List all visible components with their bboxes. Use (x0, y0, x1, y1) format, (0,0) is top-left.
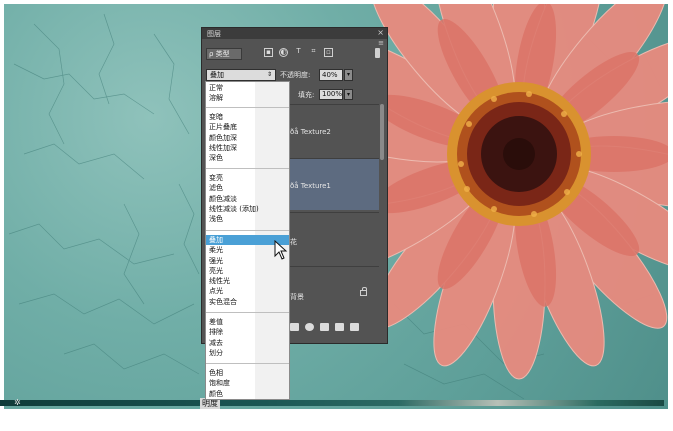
blend-option[interactable]: 颜色加深 (206, 133, 289, 143)
blend-option[interactable]: 色相 (206, 368, 289, 378)
blend-option[interactable]: 差值 (206, 317, 289, 327)
mouse-pointer-icon (274, 240, 288, 260)
screenshot-canvas: ✲ 明度 图层 × ≡ ρ 类型 ▪ ◐ T ⌗ ▫ 叠加 ⇕ 不透明度: 40… (0, 0, 673, 431)
tab-layers[interactable]: 图层 (204, 29, 224, 39)
blend-option[interactable]: 亮光 (206, 266, 289, 276)
blend-option[interactable]: 实色混合 (206, 297, 289, 307)
blend-group-darken: 变暗 正片叠底 颜色加深 线性加深 深色 (206, 112, 289, 163)
blend-option[interactable]: 颜色 (206, 389, 289, 399)
filter-toggle[interactable] (375, 48, 380, 58)
divider (206, 312, 289, 313)
blend-option[interactable]: 变暗 (206, 112, 289, 122)
divider (206, 230, 289, 231)
blend-group-hue: 色相 饱和度 颜色 (206, 368, 289, 399)
new-layer-icon[interactable] (335, 323, 344, 331)
adjustment-filter-icon[interactable]: ◐ (279, 48, 288, 57)
opacity-label: 不透明度: (280, 71, 311, 79)
filter-icons: ▪ ◐ T ⌗ ▫ (264, 48, 333, 57)
blend-option[interactable]: 颜色减淡 (206, 194, 289, 204)
panel-header: 图层 × (202, 28, 387, 39)
blend-option[interactable]: 饱和度 (206, 378, 289, 388)
blend-row: 叠加 ⇕ 不透明度: 40% ▾ (206, 69, 382, 81)
layer-name: ðå Texture2 (290, 128, 331, 136)
adjustment-layer-icon[interactable] (305, 323, 314, 331)
blend-option[interactable]: 线性减淡 (添加) (206, 204, 289, 214)
group-folder-icon[interactable] (320, 323, 329, 331)
lock-icon (360, 287, 367, 296)
bottom-strip (0, 400, 664, 406)
layer-name: ðå Texture1 (290, 182, 331, 190)
smart-object-filter-icon[interactable]: ▫ (324, 48, 333, 57)
close-icon[interactable]: × (377, 28, 384, 37)
opacity-dropdown-arrow[interactable]: ▾ (344, 69, 353, 81)
divider (206, 168, 289, 169)
layer-row[interactable]: ðå Texture2 (290, 104, 379, 156)
blend-option[interactable]: 线性加深 (206, 143, 289, 153)
fill-label: 填充: (298, 91, 315, 99)
blend-group-normal: 正常 溶解 (206, 83, 289, 104)
image-filter-icon[interactable]: ▪ (264, 48, 273, 57)
layer-name: 花 (290, 238, 297, 246)
blend-mode-select[interactable]: 叠加 ⇕ (206, 69, 276, 81)
trash-icon[interactable] (350, 323, 359, 331)
blend-option[interactable]: 浅色 (206, 214, 289, 224)
scrollbar[interactable] (380, 104, 384, 160)
blend-group-lighten: 变亮 滤色 颜色减淡 线性减淡 (添加) 浅色 (206, 173, 289, 224)
layer-row[interactable]: 花 (290, 212, 379, 264)
blend-option[interactable]: 排除 (206, 327, 289, 337)
blend-option[interactable]: 点光 (206, 286, 289, 296)
layer-row-selected[interactable]: ðå Texture1 (290, 158, 379, 210)
filter-kind-select[interactable]: ρ 类型 (206, 48, 242, 60)
shape-filter-icon[interactable]: ⌗ (309, 48, 318, 57)
opacity-input[interactable]: 40% (319, 69, 343, 81)
blend-option[interactable]: 溶解 (206, 93, 289, 103)
panel-footer (290, 321, 359, 333)
blend-option[interactable]: 划分 (206, 348, 289, 358)
layer-name: 背景 (290, 293, 304, 301)
blend-group-difference: 差值 排除 减去 划分 (206, 317, 289, 358)
blend-option[interactable]: 深色 (206, 153, 289, 163)
blend-mode-value: 叠加 (210, 71, 224, 79)
divider (206, 107, 289, 108)
chevron-down-icon: ⇕ (266, 71, 272, 78)
fill-dropdown-arrow[interactable]: ▾ (344, 89, 353, 100)
fill-input[interactable]: 100% (319, 89, 343, 100)
filter-row: ρ 类型 ▪ ◐ T ⌗ ▫ (206, 48, 380, 60)
blend-option[interactable]: 减去 (206, 338, 289, 348)
add-mask-icon[interactable] (290, 323, 299, 331)
strip-icon: ✲ (14, 398, 21, 407)
blend-option[interactable]: 线性光 (206, 276, 289, 286)
blend-option[interactable]: 正片叠底 (206, 122, 289, 132)
blend-option[interactable]: 滤色 (206, 183, 289, 193)
blend-option[interactable]: 正常 (206, 83, 289, 93)
divider (206, 363, 289, 364)
panel-menu-icon[interactable]: ≡ (378, 39, 384, 47)
text-filter-icon[interactable]: T (294, 48, 303, 57)
blend-option[interactable]: 变亮 (206, 173, 289, 183)
